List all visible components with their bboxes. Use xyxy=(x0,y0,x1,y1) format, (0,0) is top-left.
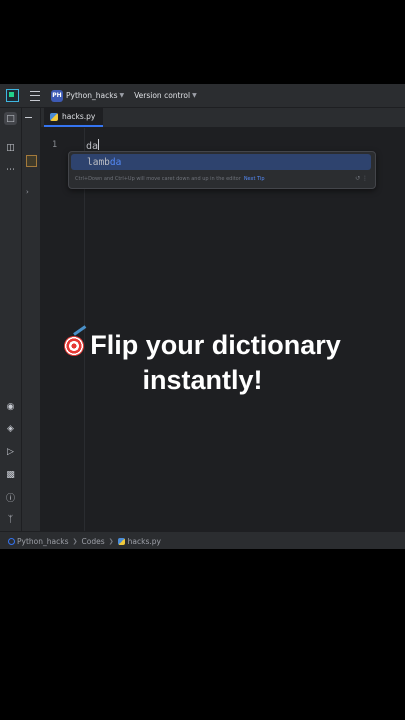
chevron-down-icon[interactable]: ▼ xyxy=(119,92,124,99)
project-panel: › xyxy=(22,108,41,531)
popup-options-icon[interactable]: ↺ ⋮ xyxy=(355,175,368,182)
python-file-icon xyxy=(117,537,125,545)
breadcrumb-folder[interactable]: Codes xyxy=(82,537,105,546)
tab-hacks-py[interactable]: hacks.py xyxy=(44,108,104,127)
main-menu-icon[interactable] xyxy=(30,90,40,101)
git-icon[interactable]: ᛉ xyxy=(4,513,17,526)
project-badge[interactable]: PH xyxy=(51,89,63,102)
caption-text-1: Flip your dictionary xyxy=(90,330,341,360)
breadcrumb-project[interactable]: Python_hacks xyxy=(17,537,68,546)
pycharm-logo-icon[interactable] xyxy=(6,89,19,102)
status-bar: Python_hacks ❯ Codes ❯ hacks.py xyxy=(0,531,405,549)
editor-tab-bar: hacks.py xyxy=(41,108,405,128)
video-caption: Flip your dictionary instantly! xyxy=(0,328,405,398)
completion-prefix: lamb xyxy=(87,156,110,168)
chevron-right-icon: ❯ xyxy=(108,537,114,545)
completion-popup: lamb da Ctrl+Down and Ctrl+Up will move c… xyxy=(68,151,376,189)
project-status-icon xyxy=(8,537,15,545)
python-packages-icon[interactable]: ◉ xyxy=(4,400,17,413)
completion-hint: Ctrl+Down and Ctrl+Up will move caret do… xyxy=(75,176,265,182)
run-icon[interactable]: ▷ xyxy=(4,445,17,458)
completion-item-lambda[interactable]: lamb da xyxy=(71,154,371,170)
folder-icon xyxy=(26,155,37,167)
tab-label: hacks.py xyxy=(62,112,96,121)
text-caret xyxy=(98,139,100,150)
version-control-menu[interactable]: Version control xyxy=(134,91,190,100)
breadcrumb-file[interactable]: hacks.py xyxy=(128,537,161,546)
dart-target-icon xyxy=(64,336,85,356)
next-tip-link[interactable]: Next Tip xyxy=(244,176,265,182)
structure-icon[interactable]: ◫ xyxy=(4,141,17,154)
line-number: 1 xyxy=(52,140,58,150)
chevron-down-icon[interactable]: ▼ xyxy=(192,92,197,99)
folder-icon[interactable]: □ xyxy=(4,112,17,125)
more-icon[interactable]: ⋯ xyxy=(4,163,17,176)
problems-icon[interactable]: ⓘ xyxy=(4,491,17,504)
chevron-right-icon[interactable]: › xyxy=(26,188,29,196)
project-selector[interactable]: Python_hacks xyxy=(66,91,117,100)
completion-match: da xyxy=(109,156,122,168)
chevron-right-icon: ❯ xyxy=(72,537,78,545)
terminal-icon[interactable]: ▩ xyxy=(4,468,17,481)
hint-text: Ctrl+Down and Ctrl+Up will move caret do… xyxy=(75,176,241,182)
python-file-icon xyxy=(50,112,58,121)
minimize-icon[interactable] xyxy=(25,117,32,118)
title-bar: PH Python_hacks ▼ Version control ▼ xyxy=(0,84,405,108)
caption-text-2: instantly! xyxy=(142,365,263,395)
layers-icon[interactable]: ◈ xyxy=(4,422,17,435)
caption-line-1: Flip your dictionary xyxy=(0,328,405,363)
left-tool-strip: □ ◫ ⋯ ◉ ◈ ▷ ▩ ⓘ ᛉ xyxy=(0,108,22,531)
